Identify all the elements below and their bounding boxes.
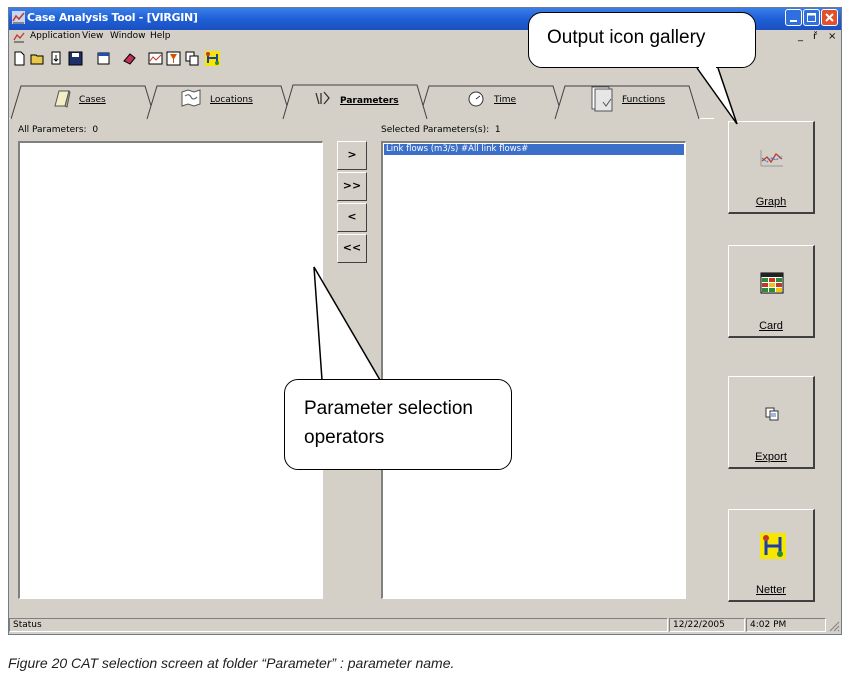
figure-caption: Figure 20 CAT selection screen at folder… (8, 655, 455, 671)
callout-pointer-joins (324, 65, 716, 383)
operators-callout-text: Parameter selection operators (304, 398, 473, 448)
operators-callout: Parameter selection operators (284, 379, 512, 470)
